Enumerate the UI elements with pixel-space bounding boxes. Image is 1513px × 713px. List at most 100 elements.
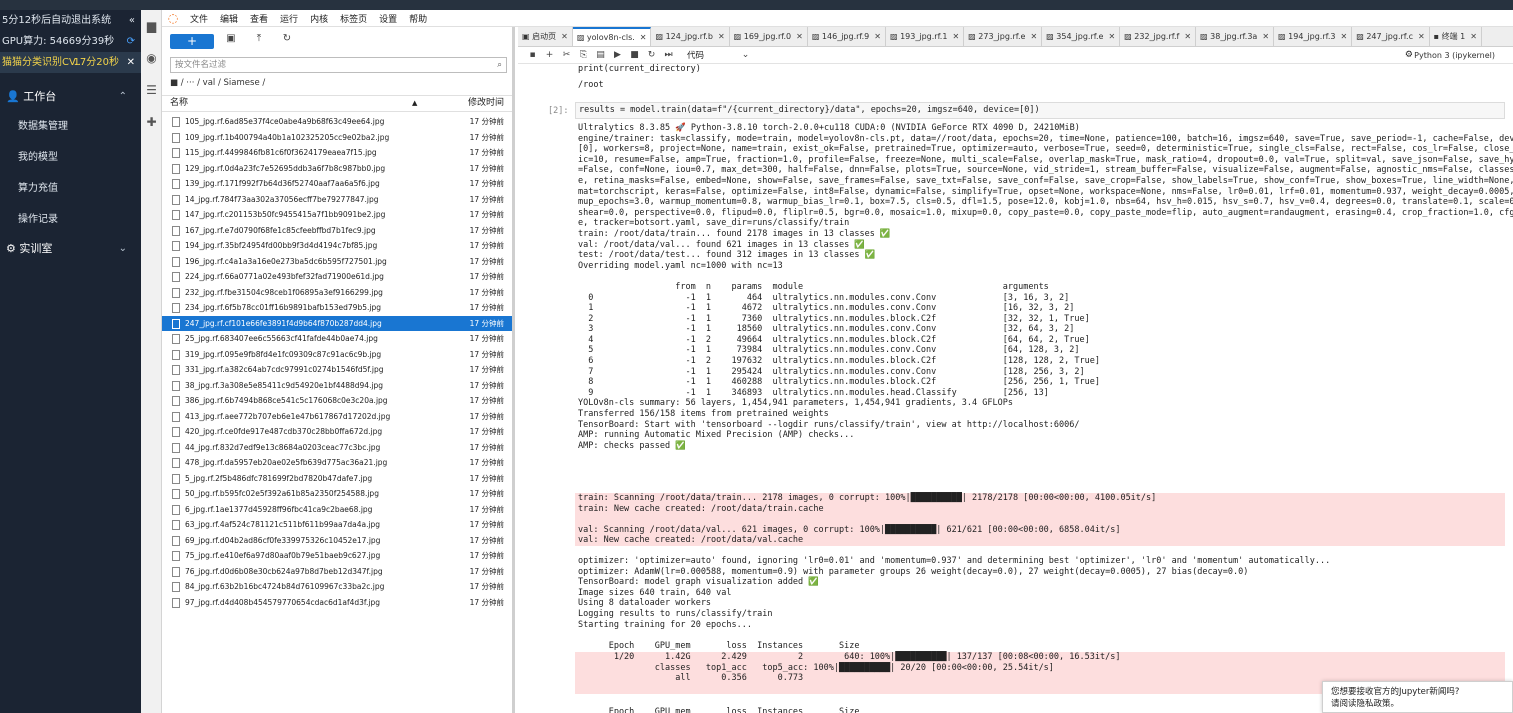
new-folder-icon[interactable]: ▣ [220, 33, 242, 49]
file-row[interactable]: 69_jpg.rf.d04b2ad86cf0fe339975326c10452e… [162, 533, 512, 549]
folder-icon[interactable]: ▆ [141, 10, 162, 42]
cell-type-select[interactable]: 代码 [687, 49, 737, 61]
menu-tabs[interactable]: 标签页 [334, 12, 373, 25]
tab[interactable]: ▨ 247_jpg.rf.c ✕ [1352, 27, 1430, 46]
stop-icon[interactable]: ■ [626, 50, 643, 60]
close-icon[interactable]: ✕ [1470, 32, 1477, 41]
tab[interactable]: ▨ 273_jpg.rf.e ✕ [964, 27, 1043, 46]
file-filter-input[interactable]: 按文件名过滤 ⌕ [170, 57, 507, 73]
sidebar-item-dataset[interactable]: 数据集管理 [0, 111, 141, 142]
file-row[interactable]: 6_jpg.rf.1ae1377d45928ff96fbc41ca9c2bae6… [162, 502, 512, 518]
menu-settings[interactable]: 设置 [373, 12, 403, 25]
file-row[interactable]: 139_jpg.rf.171f992f7b64d36f52740aaf7aa6a… [162, 176, 512, 192]
cut-icon[interactable]: ✂ [558, 50, 575, 60]
extension-icon[interactable]: ✚ [141, 106, 162, 138]
save-icon[interactable]: ▪ [524, 50, 541, 60]
close-icon[interactable]: ✕ [1108, 32, 1115, 41]
file-row[interactable]: 25_jpg.rf.683407ee6c55663cf41fafde44b0ae… [162, 331, 512, 347]
sidebar-item-recharge[interactable]: 算力充值 [0, 173, 141, 204]
file-row[interactable]: 167_jpg.rf.e7d0790f68fe1c85cfeebffbd7b1f… [162, 223, 512, 239]
run-icon[interactable]: ▶ [609, 50, 626, 60]
close-icon[interactable]: ✕ [640, 33, 647, 42]
sidebar-item-records[interactable]: 操作记录 [0, 204, 141, 235]
tab[interactable]: ▨ 124_jpg.rf.b ✕ [651, 27, 730, 46]
file-row[interactable]: 129_jpg.rf.0d4a23fc7e52695ddb3a6f7b8c987… [162, 161, 512, 177]
copy-icon[interactable]: ⎘ [575, 50, 592, 60]
menu-edit[interactable]: 编辑 [214, 12, 244, 25]
insert-cell-icon[interactable]: + [541, 50, 558, 60]
file-row[interactable]: 194_jpg.rf.35bf24954fd00bb9f3d4d4194c7bf… [162, 238, 512, 254]
file-row[interactable]: 196_jpg.rf.c4a1a3a16e0e273ba5dc6b595f727… [162, 254, 512, 270]
menu-view[interactable]: 查看 [244, 12, 274, 25]
close-icon[interactable]: ✕ [874, 32, 881, 41]
code-cell-input[interactable]: results = model.train(data=f"/{current_d… [575, 102, 1505, 119]
file-row[interactable]: 420_jpg.rf.ce0fde917e487cdb370c28bb0ffa6… [162, 424, 512, 440]
file-row[interactable]: 413_jpg.rf.aee772b707eb6e1e47b617867d172… [162, 409, 512, 425]
file-row[interactable]: 105_jpg.rf.6ad85e37f4ce0abe4a9b68f63c49e… [162, 114, 512, 130]
tab[interactable]: ▨ yolov8n-cls. ✕ [572, 27, 652, 46]
close-icon[interactable]: ✕ [561, 32, 568, 41]
file-row[interactable]: 5_jpg.rf.2f5b486dfc781699f2bd7820b47dafe… [162, 471, 512, 487]
collapse-icon[interactable]: « [129, 10, 135, 31]
chevron-down-icon[interactable]: ⌄ [737, 50, 754, 60]
menu-run[interactable]: 运行 [274, 12, 304, 25]
notebook-cells[interactable]: print(current_directory) /root [2]: resu… [518, 64, 1513, 713]
column-modified-header[interactable]: 修改时间 [468, 96, 504, 111]
toc-icon[interactable]: ☰ [141, 74, 162, 106]
fast-forward-icon[interactable]: ⏭ [660, 50, 677, 60]
refresh-icon[interactable]: ⟳ [127, 31, 135, 52]
breadcrumb[interactable]: ■ / ··· / val / Siamese / [170, 78, 265, 88]
menu-help[interactable]: 帮助 [403, 12, 433, 25]
file-row[interactable]: 247_jpg.rf.cf101e66fe3891f4d9b64f870b287… [162, 315, 512, 331]
file-row[interactable]: 63_jpg.rf.4af524c781121c511bf611b99aa7da… [162, 517, 512, 533]
file-row[interactable]: 147_jpg.rf.c201153b50fc9455415a7f1bb9091… [162, 207, 512, 223]
paste-icon[interactable]: ▤ [592, 50, 609, 60]
file-row[interactable]: 234_jpg.rf.6f5b78cc01ff16b9891bafb153ed7… [162, 300, 512, 316]
menu-file[interactable]: 文件 [184, 12, 214, 25]
refresh-icon[interactable]: ↻ [276, 33, 298, 49]
news-toast[interactable]: 您想要接收官方的Jupyter新闻吗? 请阅读隐私政策。 [1322, 681, 1513, 713]
file-row[interactable]: 331_jpg.rf.a382c64ab7cdc97991c0274b1546f… [162, 362, 512, 378]
sidebar-item-my-models[interactable]: 我的模型 [0, 142, 141, 173]
tab[interactable]: ▨ 146_jpg.rf.9 ✕ [808, 27, 886, 46]
file-row[interactable]: 319_jpg.rf.095e9fb8fd4e1fc09309c87c91ac6… [162, 347, 512, 363]
file-row[interactable]: 478_jpg.rf.da5957eb20ae02e5fb639d775ac36… [162, 455, 512, 471]
running-icon[interactable]: ◉ [141, 42, 162, 74]
file-row[interactable]: 44_jpg.rf.832d7edf9e13c8684a0203ceac77c3… [162, 440, 512, 456]
tab[interactable]: ▪ 终端 1 ✕ [1430, 27, 1482, 46]
close-icon[interactable]: ✕ [1030, 32, 1037, 41]
toast-privacy-link[interactable]: 请阅读隐私政策。 [1331, 698, 1504, 710]
tab[interactable]: ▨ 354_jpg.rf.e ✕ [1042, 27, 1121, 46]
close-icon[interactable]: ✕ [1418, 32, 1425, 41]
tab[interactable]: ▨ 194_jpg.rf.3 ✕ [1274, 27, 1353, 46]
tab[interactable]: ▨ 169_jpg.rf.0 ✕ [730, 27, 808, 46]
file-row[interactable]: 224_jpg.rf.66a0771a02e493bfef32fad71900e… [162, 269, 512, 285]
file-row[interactable]: 115_jpg.rf.4499846fb81c6f0f3624179eaea7f… [162, 145, 512, 161]
tab[interactable]: ▨ 38_jpg.rf.3a ✕ [1196, 27, 1275, 46]
close-icon[interactable]: ✕ [127, 52, 135, 73]
close-icon[interactable]: ✕ [1262, 32, 1269, 41]
tab[interactable]: ▨ 193_jpg.rf.1 ✕ [886, 27, 965, 46]
new-launcher-button[interactable]: + [170, 33, 214, 49]
file-row[interactable]: 109_jpg.rf.1b400794a40b1a102325205cc9e02… [162, 130, 512, 146]
file-row[interactable]: 97_jpg.rf.d4d408b454579770654cdac6d1af4d… [162, 595, 512, 611]
settings-gear-icon[interactable]: ⚙ [1405, 50, 1413, 60]
file-row[interactable]: 76_jpg.rf.d0d6b08e30cb624a97b8d7beb12d34… [162, 564, 512, 580]
file-row[interactable]: 386_jpg.rf.6b7494b868ce541c5c176068c0e3c… [162, 393, 512, 409]
code-cell-text[interactable]: results = model.train(data=f"/{current_d… [579, 105, 1501, 116]
restart-icon[interactable]: ↻ [643, 50, 660, 60]
tab[interactable]: ▣ 启动页 ✕ [518, 27, 573, 46]
file-row[interactable]: 84_jpg.rf.63b2b16bc4724b84d76109967c33ba… [162, 579, 512, 595]
close-icon[interactable]: ✕ [1341, 32, 1348, 41]
file-row[interactable]: 75_jpg.rf.e410ef6a97d80aaf0b79e51baeb9c6… [162, 548, 512, 564]
close-icon[interactable]: ✕ [718, 32, 725, 41]
tab[interactable]: ▨ 232_jpg.rf.f ✕ [1120, 27, 1197, 46]
file-row[interactable]: 38_jpg.rf.3a308e5e85411c9d54920e1bf4488d… [162, 378, 512, 394]
column-name-header[interactable]: 名称 [170, 96, 188, 111]
kernel-status[interactable]: Python 3 (ipykernel) [1414, 51, 1495, 60]
menu-kernel[interactable]: 内核 [304, 12, 334, 25]
close-icon[interactable]: ✕ [952, 32, 959, 41]
sidebar-group-workbench[interactable]: 👤 工作台 ⌃ [0, 83, 141, 111]
upload-icon[interactable]: ⤒ [248, 33, 270, 49]
file-row[interactable]: 14_jpg.rf.784f73aa302a37056ecff7be792778… [162, 192, 512, 208]
